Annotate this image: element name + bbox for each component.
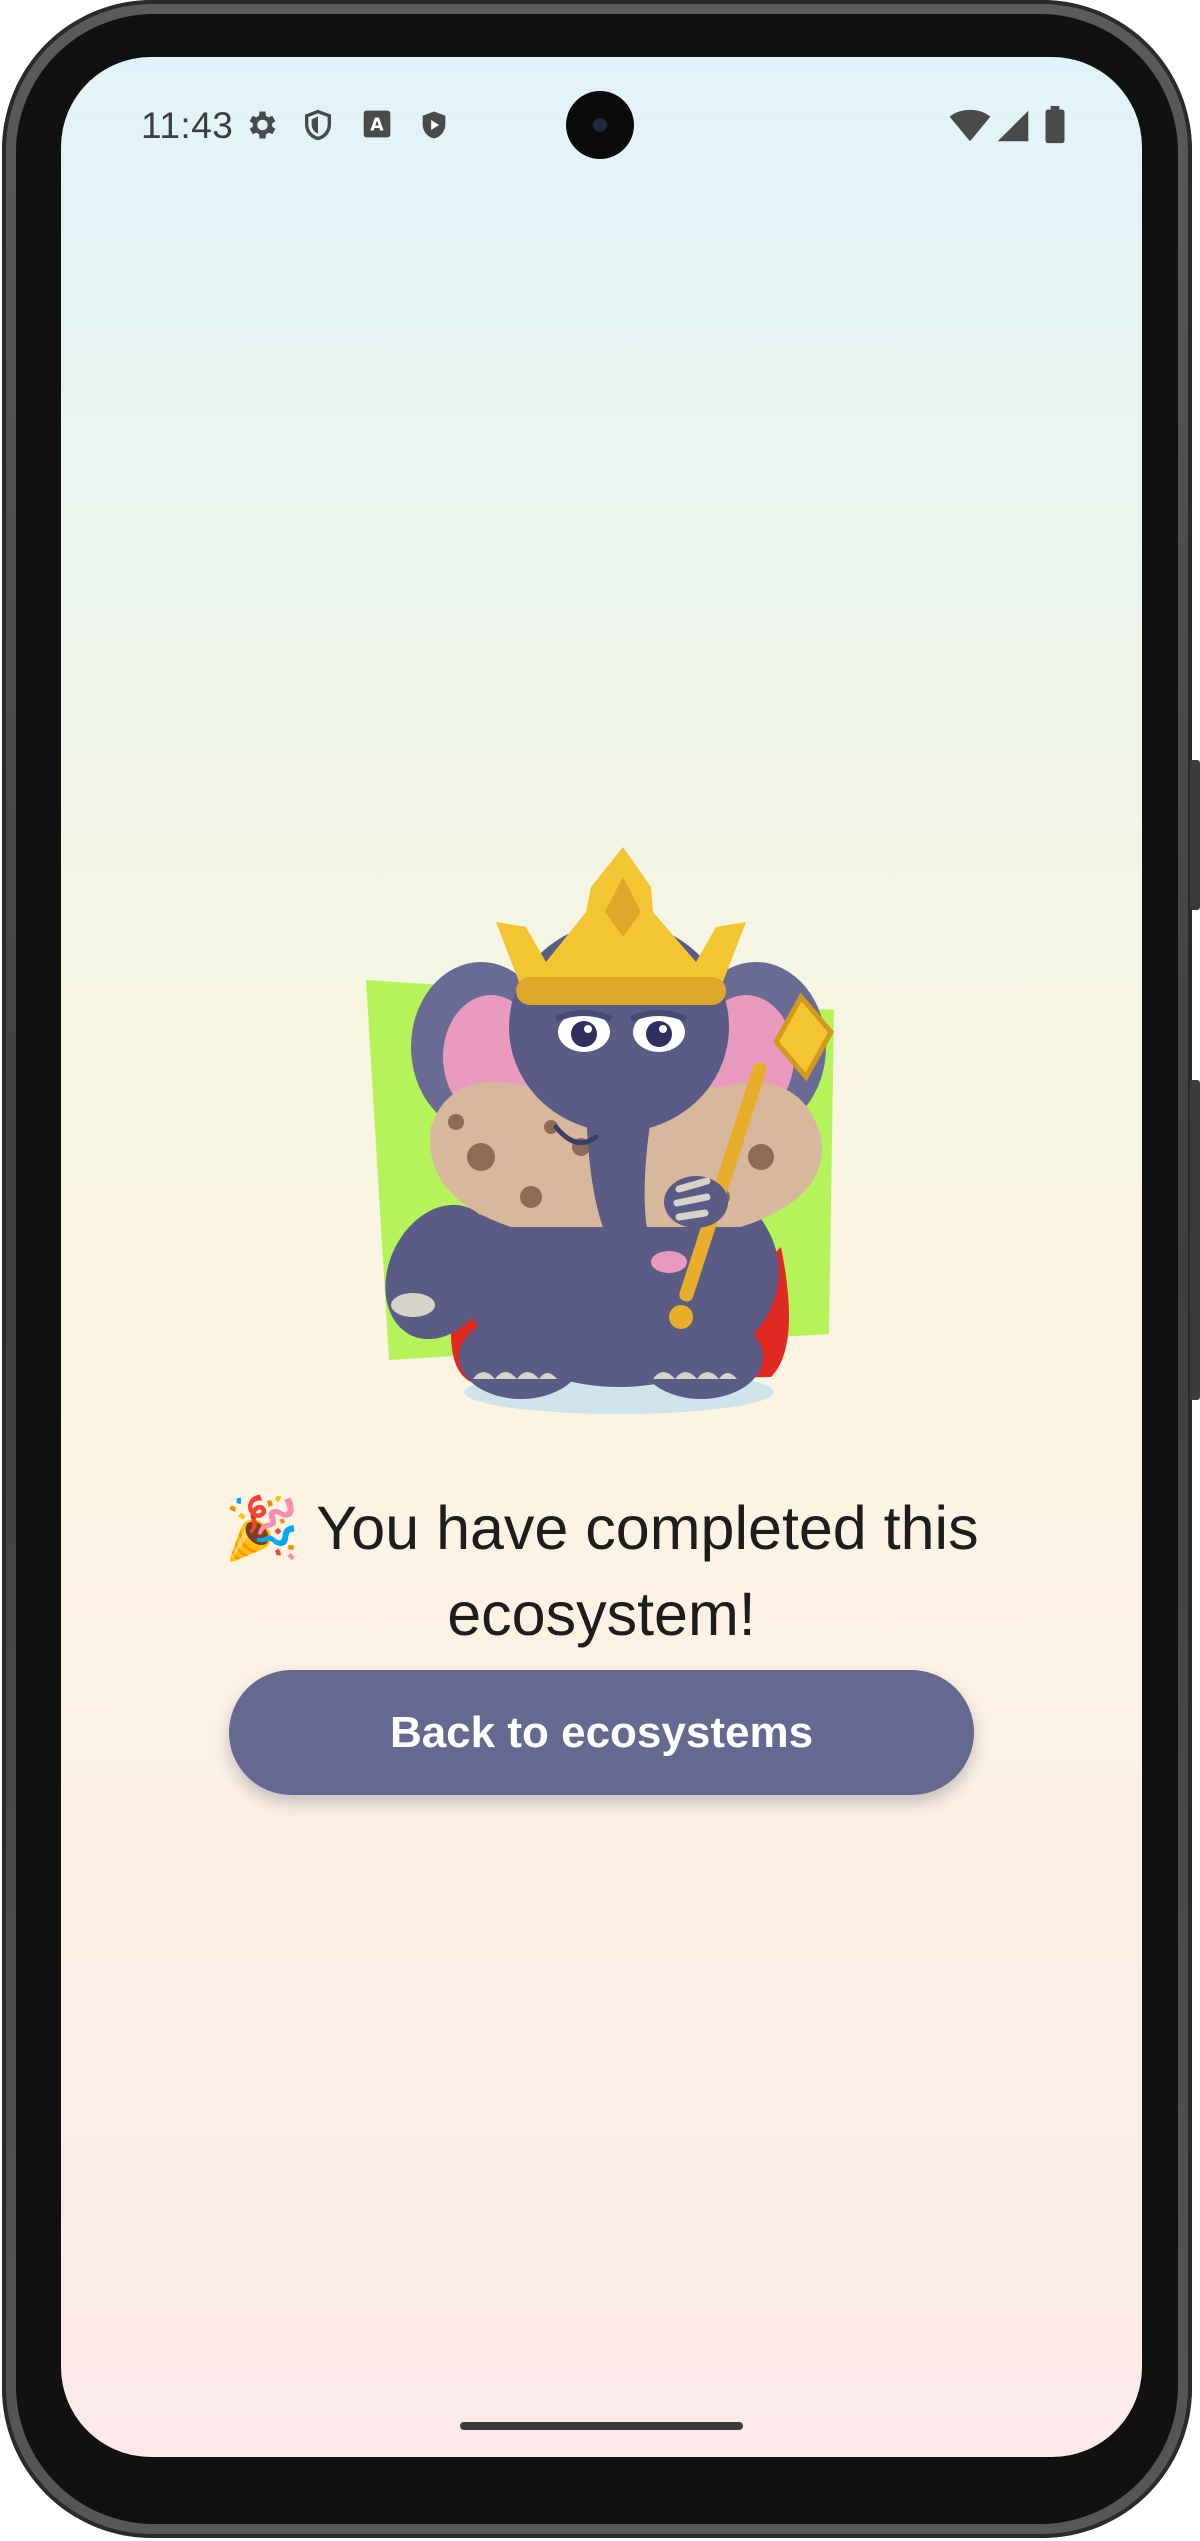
phone-frame: 11:43 A 🎉 You have completed this ecosys… xyxy=(2,0,1200,2538)
power-button xyxy=(1190,760,1200,910)
elephant-king-illustration xyxy=(361,727,881,1447)
party-popper-icon: 🎉 xyxy=(224,1494,301,1562)
app-screen: 11:43 A 🎉 You have completed this ecosys… xyxy=(61,57,1142,2457)
wifi-icon xyxy=(949,109,991,148)
completion-message: 🎉 You have completed this ecosystem! xyxy=(121,1485,1082,1657)
shield-icon xyxy=(301,107,335,148)
status-time: 11:43 xyxy=(141,105,234,146)
cellular-signal-icon xyxy=(996,109,1030,148)
svg-text:A: A xyxy=(370,116,384,136)
home-indicator[interactable] xyxy=(460,2422,743,2430)
back-to-ecosystems-button[interactable]: Back to ecosystems xyxy=(229,1670,974,1795)
completion-text: You have completed this ecosystem! xyxy=(316,1494,979,1648)
gear-icon xyxy=(243,107,279,148)
volume-button xyxy=(1190,1080,1200,1400)
shield-play-icon xyxy=(417,107,451,148)
battery-icon xyxy=(1044,106,1066,149)
status-bar: 11:43 A xyxy=(61,57,1142,197)
front-camera xyxy=(566,91,634,159)
font-a-icon: A xyxy=(361,107,393,146)
